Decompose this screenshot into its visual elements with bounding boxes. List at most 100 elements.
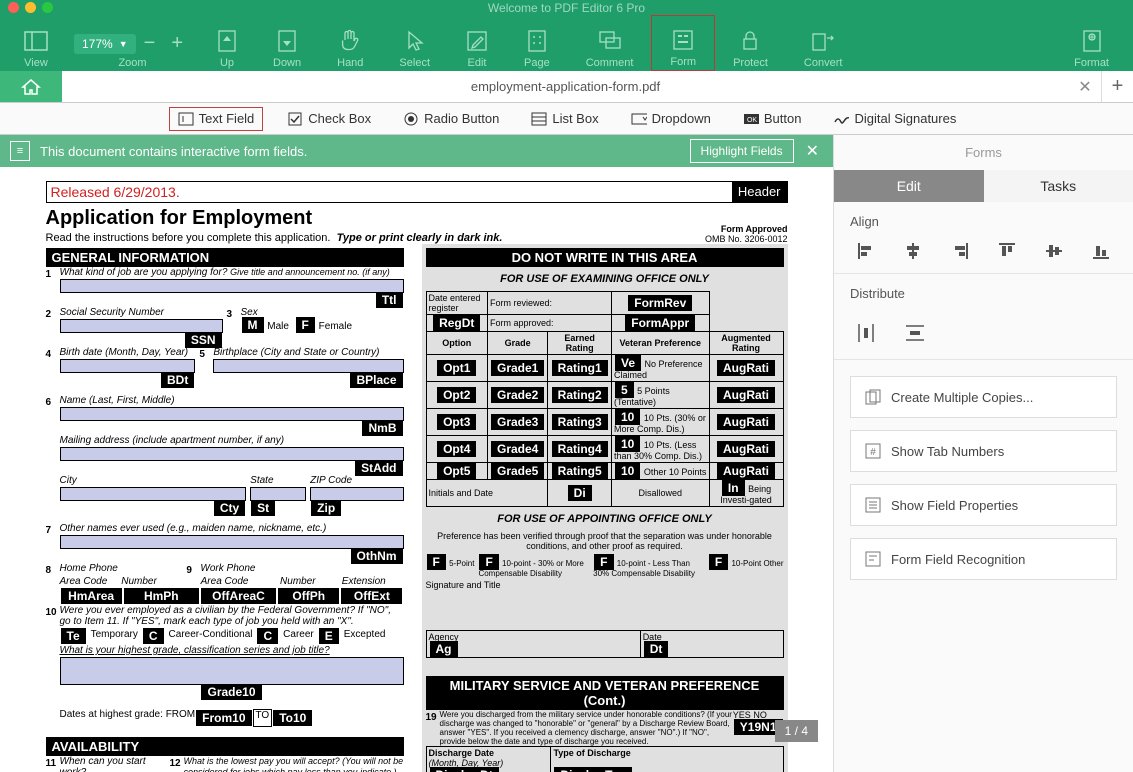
- field-grade10[interactable]: Grade10: [201, 684, 261, 700]
- field-from10[interactable]: From10: [196, 710, 251, 726]
- field-aug2[interactable]: AugRati: [717, 387, 775, 403]
- field-vet4[interactable]: 10: [615, 436, 640, 452]
- align-center-h-icon[interactable]: [903, 241, 923, 261]
- field-to10[interactable]: To10: [273, 710, 312, 726]
- field-opt4[interactable]: Opt4: [437, 441, 476, 457]
- format-button[interactable]: Format: [1056, 15, 1127, 71]
- field-aug1[interactable]: AugRati: [717, 360, 775, 376]
- field-stadd[interactable]: StAdd: [355, 460, 402, 476]
- distribute-h-icon[interactable]: [856, 323, 876, 343]
- radio-button-tool[interactable]: Radio Button: [395, 108, 507, 130]
- field-grade1[interactable]: Grade1: [491, 360, 544, 376]
- digital-signatures-tool[interactable]: Digital Signatures: [825, 108, 964, 130]
- field-di[interactable]: Di: [568, 485, 592, 501]
- field-vet3[interactable]: 10: [615, 409, 640, 425]
- field-10pt-less[interactable]: F: [594, 554, 613, 570]
- field-vet2[interactable]: 5: [615, 382, 634, 398]
- field-opt2[interactable]: Opt2: [437, 387, 476, 403]
- hand-button[interactable]: Hand: [319, 15, 381, 71]
- select-button[interactable]: Select: [381, 15, 448, 71]
- page-button[interactable]: Page: [506, 15, 568, 71]
- field-rating3[interactable]: Rating3: [552, 414, 608, 430]
- comment-button[interactable]: Comment: [568, 15, 652, 71]
- field-grade4[interactable]: Grade4: [491, 441, 544, 457]
- field-offext[interactable]: OffExt: [341, 588, 402, 604]
- field-10pt-other[interactable]: F: [709, 554, 728, 570]
- field-formappr[interactable]: FormAppr: [625, 315, 695, 331]
- field-zip[interactable]: Zip: [311, 500, 341, 516]
- add-tab-button[interactable]: +: [1101, 71, 1133, 102]
- field-te[interactable]: Te: [61, 628, 86, 644]
- field-f[interactable]: F: [296, 317, 315, 333]
- field-nmb[interactable]: NmB: [362, 420, 402, 436]
- field-offph[interactable]: OffPh: [278, 588, 339, 604]
- zoom-dropdown[interactable]: 177%▼: [74, 34, 136, 54]
- field-aug4[interactable]: AugRati: [717, 441, 775, 457]
- field-grade2[interactable]: Grade2: [491, 387, 544, 403]
- up-button[interactable]: Up: [199, 15, 255, 71]
- show-field-properties-button[interactable]: Show Field Properties: [850, 484, 1117, 526]
- field-bplace[interactable]: BPlace: [350, 372, 402, 388]
- show-tab-numbers-button[interactable]: # Show Tab Numbers: [850, 430, 1117, 472]
- field-header[interactable]: Header: [732, 182, 787, 202]
- field-hmph[interactable]: HmPh: [124, 588, 199, 604]
- field-m[interactable]: M: [242, 317, 264, 333]
- field-ssn[interactable]: SSN: [185, 332, 222, 348]
- check-box-tool[interactable]: Check Box: [279, 108, 379, 130]
- field-st[interactable]: St: [251, 500, 275, 516]
- field-regdt[interactable]: RegDt: [433, 315, 480, 331]
- field-e[interactable]: E: [319, 628, 339, 644]
- field-aug5[interactable]: AugRati: [717, 463, 775, 479]
- field-opt3[interactable]: Opt3: [437, 414, 476, 430]
- form-button[interactable]: Form: [651, 15, 715, 71]
- close-tab-button[interactable]: ✕: [1069, 71, 1101, 102]
- zoom-out-button[interactable]: −: [136, 32, 164, 55]
- field-aug3[interactable]: AugRati: [717, 414, 775, 430]
- view-button[interactable]: View: [6, 15, 66, 71]
- field-opt1[interactable]: Opt1: [437, 360, 476, 376]
- zoom-in-button[interactable]: +: [163, 32, 191, 55]
- field-vet5[interactable]: 10: [615, 463, 640, 479]
- protect-button[interactable]: Protect: [715, 15, 786, 71]
- edit-button[interactable]: Edit: [448, 15, 506, 71]
- field-opt5[interactable]: Opt5: [437, 463, 476, 479]
- home-button[interactable]: [0, 71, 62, 102]
- align-top-icon[interactable]: [997, 241, 1017, 261]
- field-c2[interactable]: C: [257, 628, 278, 644]
- field-5pt[interactable]: F: [427, 554, 446, 570]
- field-rating1[interactable]: Rating1: [552, 360, 608, 376]
- field-rating2[interactable]: Rating2: [552, 387, 608, 403]
- distribute-v-icon[interactable]: [904, 323, 924, 343]
- document-viewport[interactable]: Released 6/29/2013. Header Application f…: [0, 167, 833, 772]
- field-c1[interactable]: C: [143, 628, 164, 644]
- field-formrev[interactable]: FormRev: [628, 295, 692, 311]
- field-10pt-30[interactable]: F: [479, 554, 498, 570]
- align-right-icon[interactable]: [950, 241, 970, 261]
- field-hmarea[interactable]: HmArea: [61, 588, 122, 604]
- field-grade3[interactable]: Grade3: [491, 414, 544, 430]
- text-field-tool[interactable]: Text Field: [169, 107, 264, 131]
- list-box-tool[interactable]: List Box: [523, 108, 606, 130]
- form-field-recognition-button[interactable]: Form Field Recognition: [850, 538, 1117, 580]
- close-banner-button[interactable]: ✕: [802, 141, 823, 161]
- field-ag[interactable]: Ag: [430, 641, 458, 657]
- align-center-v-icon[interactable]: [1044, 241, 1064, 261]
- highlight-fields-button[interactable]: Highlight Fields: [690, 139, 794, 163]
- field-ttl[interactable]: Ttl: [376, 292, 403, 308]
- field-in[interactable]: In: [722, 480, 745, 496]
- field-dischrgtyp[interactable]: DischrgTyp: [554, 767, 631, 772]
- field-vet1[interactable]: Ve: [615, 355, 641, 371]
- field-grade5[interactable]: Grade5: [491, 463, 544, 479]
- dropdown-tool[interactable]: Dropdown: [623, 108, 719, 130]
- side-tab-tasks[interactable]: Tasks: [984, 170, 1133, 202]
- align-bottom-icon[interactable]: [1091, 241, 1111, 261]
- field-dischrgdt[interactable]: DischrgDt: [430, 767, 499, 772]
- field-dt[interactable]: Dt: [644, 641, 669, 657]
- field-rating5[interactable]: Rating5: [552, 463, 608, 479]
- field-bdt[interactable]: BDt: [161, 372, 194, 388]
- field-offareac[interactable]: OffAreaC: [201, 588, 276, 604]
- field-rating4[interactable]: Rating4: [552, 441, 608, 457]
- field-othnm[interactable]: OthNm: [351, 548, 403, 564]
- field-cty[interactable]: Cty: [214, 500, 245, 516]
- side-tab-edit[interactable]: Edit: [834, 170, 984, 202]
